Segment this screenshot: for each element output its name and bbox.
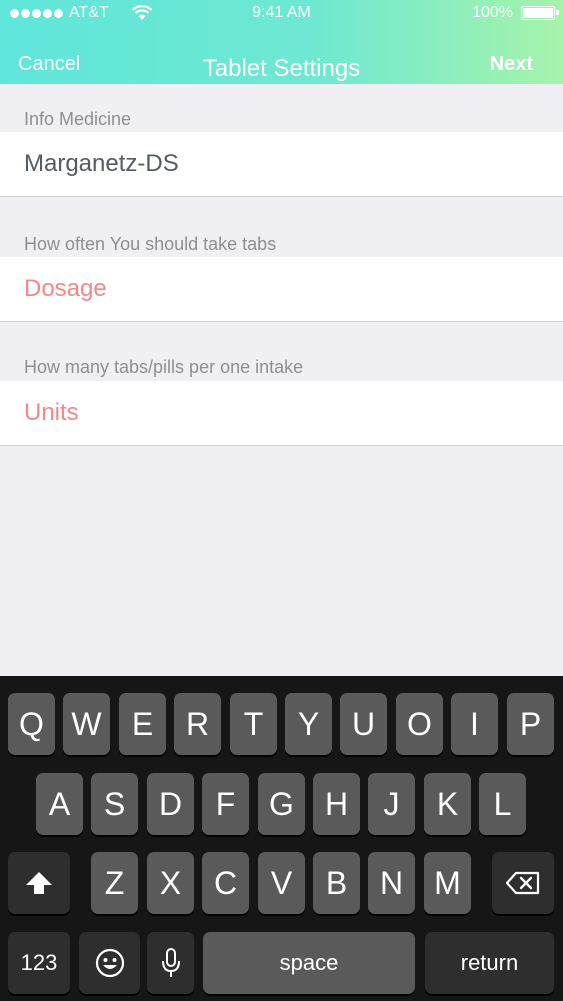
nav-header: AT&T 9:41 AM 100% Cancel Tablet Settings…: [0, 0, 563, 84]
key-b[interactable]: B: [313, 852, 360, 914]
units-placeholder: Units: [24, 399, 79, 426]
key-l[interactable]: L: [479, 773, 526, 835]
dosage-section-label: How often You should take tabs: [24, 234, 277, 254]
key-w[interactable]: W: [63, 693, 110, 755]
key-y[interactable]: Y: [285, 693, 332, 755]
dosage-placeholder: Dosage: [24, 275, 107, 302]
dosage-field[interactable]: Dosage: [0, 257, 563, 322]
mic-key[interactable]: [147, 932, 194, 994]
info-medicine-label: Info Medicine: [24, 109, 132, 129]
key-d[interactable]: D: [147, 773, 194, 835]
key-u[interactable]: U: [340, 693, 387, 755]
numbers-key[interactable]: 123: [8, 932, 70, 994]
units-section-label: How many tabs/pills per one intake: [24, 357, 304, 377]
units-field[interactable]: Units: [0, 381, 563, 446]
status-bar: AT&T 9:41 AM 100%: [0, 0, 563, 26]
key-o[interactable]: O: [396, 693, 443, 755]
key-g[interactable]: G: [258, 773, 305, 835]
medicine-name-value: Marganetz-DS: [24, 150, 179, 177]
key-m[interactable]: M: [424, 852, 471, 914]
shift-key[interactable]: [8, 852, 70, 914]
key-x[interactable]: X: [147, 852, 194, 914]
space-key[interactable]: space: [203, 932, 415, 994]
key-n[interactable]: N: [368, 852, 415, 914]
key-c[interactable]: C: [202, 852, 249, 914]
medicine-name-field[interactable]: Marganetz-DS: [0, 132, 563, 197]
key-q[interactable]: Q: [8, 693, 55, 755]
key-r[interactable]: R: [174, 693, 221, 755]
key-z[interactable]: Z: [91, 852, 138, 914]
emoji-face-icon: [95, 948, 124, 978]
key-p[interactable]: P: [507, 693, 554, 755]
return-key[interactable]: return: [425, 932, 554, 994]
microphone-icon: [161, 948, 180, 977]
key-j[interactable]: J: [368, 773, 415, 835]
keyboard: Q W E R T Y U O I P A S D F G H J K L Z …: [0, 676, 563, 1001]
key-s[interactable]: S: [91, 773, 138, 835]
key-v[interactable]: V: [258, 852, 305, 914]
page-title: Tablet Settings: [202, 55, 361, 82]
key-h[interactable]: H: [313, 773, 360, 835]
key-i[interactable]: I: [451, 693, 498, 755]
shift-arrow-icon: [26, 872, 52, 894]
key-e[interactable]: E: [119, 693, 166, 755]
key-k[interactable]: K: [424, 773, 471, 835]
emoji-key[interactable]: [79, 932, 140, 994]
key-t[interactable]: T: [230, 693, 277, 755]
battery-percent: 100%: [472, 4, 513, 21]
key-a[interactable]: A: [36, 773, 83, 835]
next-button[interactable]: Next: [490, 53, 533, 76]
key-f[interactable]: F: [202, 773, 249, 835]
battery-icon: [521, 6, 559, 20]
backspace-icon: [505, 871, 540, 895]
delete-key[interactable]: [492, 852, 554, 914]
